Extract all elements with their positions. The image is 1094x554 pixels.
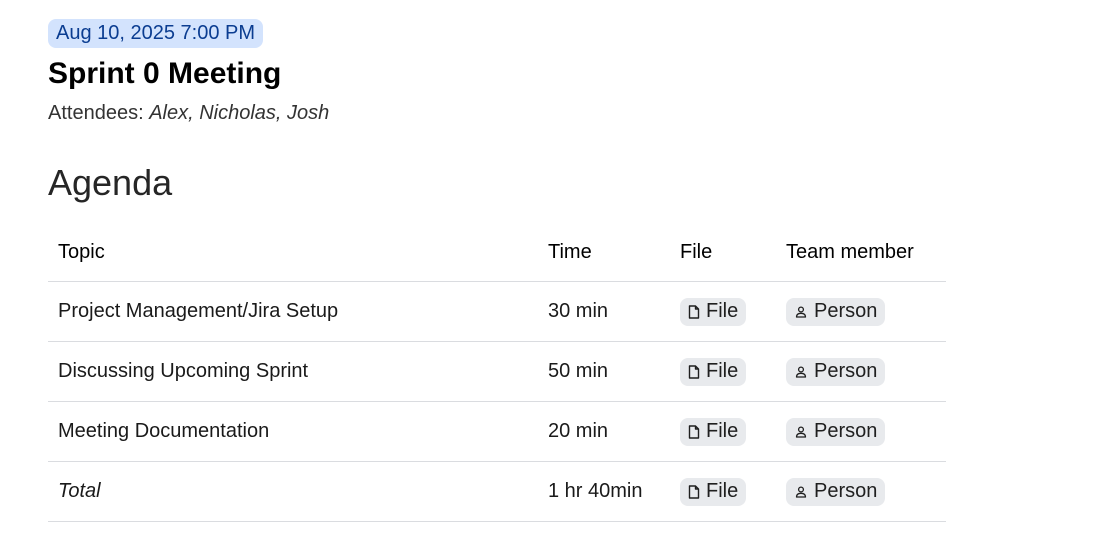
column-header-topic: Topic <box>48 224 538 282</box>
file-cell: File <box>670 401 776 462</box>
file-chip[interactable]: File <box>680 477 747 506</box>
date-chip[interactable]: Aug 10, 2025 7:00 PM <box>48 19 264 48</box>
person-chip[interactable]: Person <box>786 357 886 386</box>
person-icon <box>794 365 808 379</box>
attendees-names: Alex, Nicholas, Josh <box>149 102 330 124</box>
person-icon <box>794 425 808 439</box>
table-row: Meeting Documentation 20 min File Person <box>48 401 946 462</box>
table-row: Project Management/Jira Setup 30 min Fil… <box>48 281 946 342</box>
team-member-cell: Person <box>776 281 946 342</box>
file-icon <box>688 424 700 439</box>
attendees-label: Attendees: <box>48 102 150 124</box>
file-chip[interactable]: File <box>680 417 747 446</box>
person-icon <box>794 305 808 319</box>
agenda-table: Topic Time File Team member Project Mana… <box>48 224 946 522</box>
column-header-team-member: Team member <box>776 224 946 282</box>
meeting-notes-page: Aug 10, 2025 7:00 PM Sprint 0 Meeting At… <box>0 0 1094 554</box>
topic-cell[interactable]: Project Management/Jira Setup <box>48 281 538 342</box>
table-row-total: Total 1 hr 40min File Person <box>48 461 946 522</box>
file-icon <box>688 484 700 499</box>
total-time-cell[interactable]: 1 hr 40min <box>538 461 670 522</box>
person-chip-label: Person <box>814 300 878 322</box>
file-chip-label: File <box>706 300 739 322</box>
topic-cell[interactable]: Discussing Upcoming Sprint <box>48 341 538 402</box>
team-member-cell: Person <box>776 341 946 402</box>
table-row: Discussing Upcoming Sprint 50 min File P… <box>48 341 946 402</box>
person-chip-label: Person <box>814 420 878 442</box>
file-icon <box>688 364 700 379</box>
file-cell: File <box>670 341 776 402</box>
file-chip[interactable]: File <box>680 357 747 386</box>
person-icon <box>794 485 808 499</box>
column-header-time: Time <box>538 224 670 282</box>
time-cell[interactable]: 30 min <box>538 281 670 342</box>
team-member-cell: Person <box>776 401 946 462</box>
file-chip[interactable]: File <box>680 297 747 326</box>
time-cell[interactable]: 50 min <box>538 341 670 402</box>
person-chip-label: Person <box>814 360 878 382</box>
file-cell: File <box>670 461 776 522</box>
person-chip[interactable]: Person <box>786 417 886 446</box>
page-title: Sprint 0 Meeting <box>48 57 282 90</box>
team-member-cell: Person <box>776 461 946 522</box>
topic-cell[interactable]: Meeting Documentation <box>48 401 538 462</box>
attendees-line: Attendees: Alex, Nicholas, Josh <box>48 102 329 125</box>
agenda-heading: Agenda <box>48 162 173 203</box>
person-chip[interactable]: Person <box>786 477 886 506</box>
file-chip-label: File <box>706 480 739 502</box>
table-header-row: Topic Time File Team member <box>48 224 946 282</box>
time-cell[interactable]: 20 min <box>538 401 670 462</box>
file-chip-label: File <box>706 360 739 382</box>
column-header-file: File <box>670 224 776 282</box>
total-label-cell[interactable]: Total <box>48 461 538 522</box>
person-chip-label: Person <box>814 480 878 502</box>
file-icon <box>688 304 700 319</box>
file-chip-label: File <box>706 420 739 442</box>
person-chip[interactable]: Person <box>786 297 886 326</box>
file-cell: File <box>670 281 776 342</box>
